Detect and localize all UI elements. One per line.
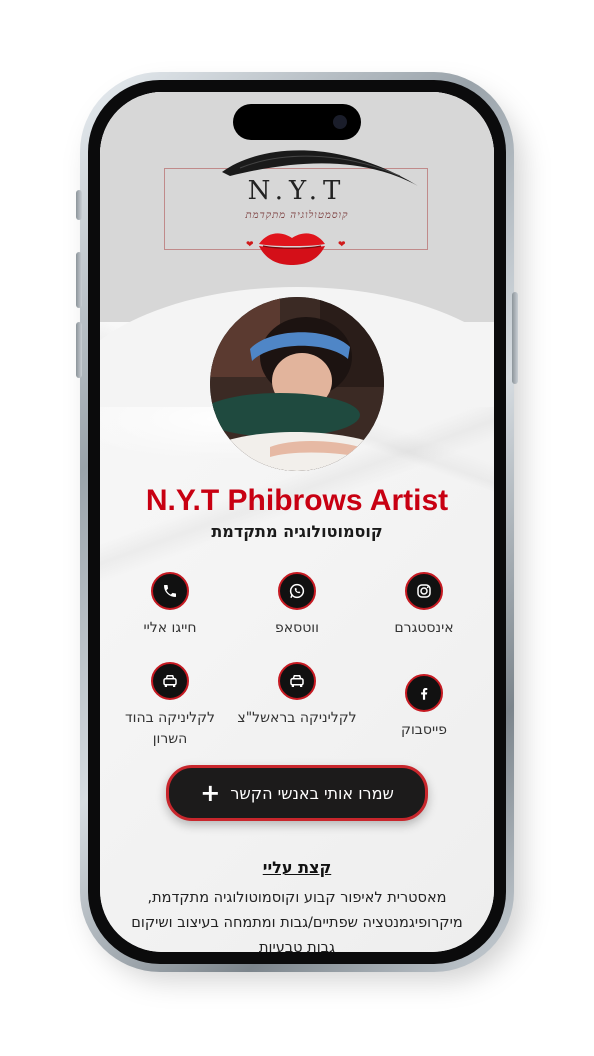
heart-icon: ❤	[338, 240, 346, 250]
action-call[interactable]: חייגו אליי	[110, 572, 230, 639]
side-button-volume-down	[76, 322, 82, 378]
action-facebook-label: פייסבוק	[401, 722, 447, 738]
action-whatsapp[interactable]: ווטסאפ	[237, 572, 357, 639]
phone-icon	[151, 572, 189, 610]
action-facebook[interactable]: פייסבוק	[364, 674, 484, 741]
side-button-power	[512, 292, 518, 384]
heart-icon: ❤	[246, 240, 254, 250]
action-clinic-hod-hasharon-label: לקליניקה בהוד השרון	[125, 710, 215, 747]
logo-subtitle: קוסמטולוגיה מתקדמת	[245, 210, 349, 221]
action-clinic-rishon[interactable]: לקליניקה בראשל"צ	[237, 662, 357, 729]
profile-avatar	[210, 297, 384, 471]
action-whatsapp-label: ווטסאפ	[275, 620, 319, 636]
avatar-image	[210, 297, 384, 471]
action-clinic-hod-hasharon[interactable]: לקליניקה בהוד השרון	[110, 662, 230, 750]
phone-screen: N.Y.T קוסמטולוגיה מתקדמת ❤ ❤ N.Y.T Phibr…	[100, 92, 494, 952]
whatsapp-icon	[278, 572, 316, 610]
car-icon	[151, 662, 189, 700]
save-contact-button[interactable]: שמרו אותי באנשי הקשר +	[166, 765, 428, 821]
about-title: קצת עליי	[262, 858, 332, 877]
profile-tagline: קוסמוטולוגיה מתקדמת	[211, 522, 383, 541]
action-instagram-label: אינסטגרם	[394, 620, 454, 636]
dynamic-island	[233, 104, 361, 140]
lips-logo-icon	[259, 233, 325, 265]
profile-name: N.Y.T Phibrows Artist	[145, 484, 449, 517]
camera-icon	[333, 115, 347, 129]
plus-icon: +	[200, 779, 221, 807]
instagram-icon	[405, 572, 443, 610]
side-button-volume-up	[76, 252, 82, 308]
facebook-icon	[405, 674, 443, 712]
side-button-action	[76, 190, 82, 220]
action-instagram[interactable]: אינסטגרם	[364, 572, 484, 639]
action-call-label: חייגו אליי	[143, 620, 197, 636]
action-clinic-rishon-label: לקליניקה בראשל"צ	[237, 710, 357, 726]
save-contact-label: שמרו אותי באנשי הקשר	[230, 783, 394, 803]
about-text: מאסטרית לאיפור קבוע וקוסמוטולוגיה מתקדמת…	[131, 890, 463, 952]
car-icon	[278, 662, 316, 700]
logo-title: N.Y.T	[247, 176, 347, 206]
